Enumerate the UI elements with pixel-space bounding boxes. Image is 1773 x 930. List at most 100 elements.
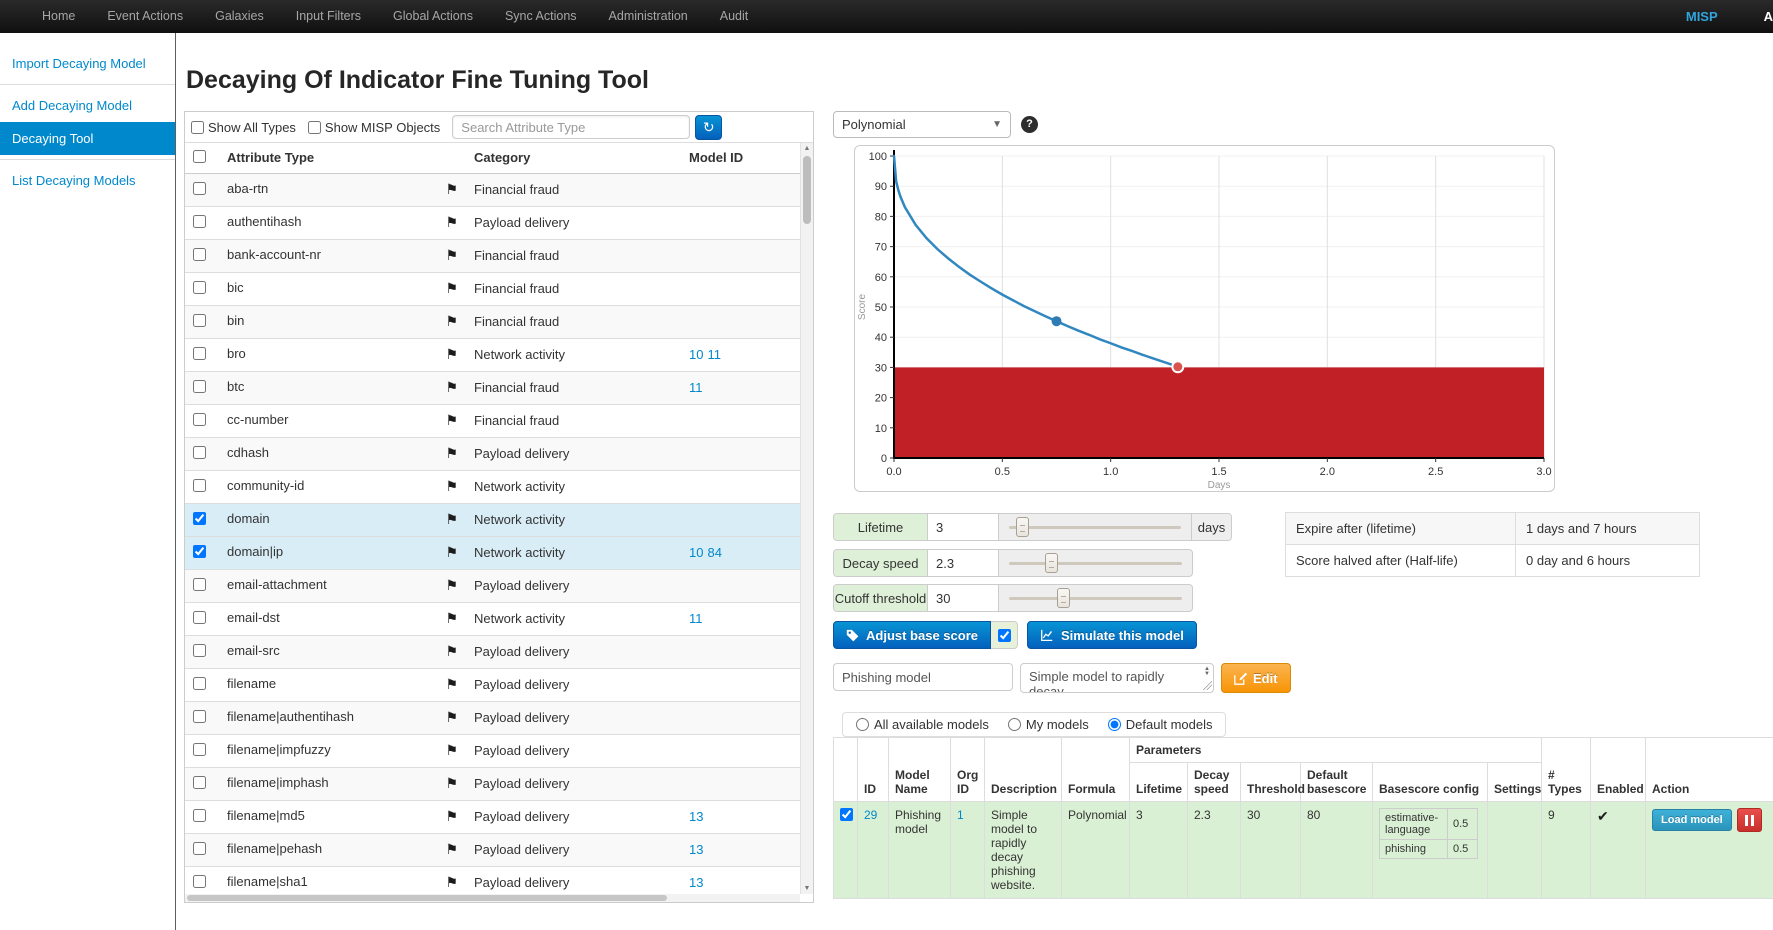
edit-model-button[interactable]: Edit <box>1221 663 1291 693</box>
radio-default-models[interactable] <box>1108 718 1121 731</box>
slider-track[interactable] <box>1009 562 1182 565</box>
model-id-cell <box>681 272 801 305</box>
row-checkbox[interactable] <box>193 809 206 822</box>
row-checkbox[interactable] <box>193 677 206 690</box>
row-checkbox[interactable] <box>193 743 206 756</box>
lifetime-slider[interactable] <box>999 514 1191 540</box>
row-checkbox[interactable] <box>193 545 206 558</box>
decay-speed-slider[interactable] <box>999 550 1192 576</box>
model-id-link[interactable]: 13 <box>689 809 703 824</box>
row-checkbox[interactable] <box>193 314 206 327</box>
row-checkbox[interactable] <box>193 644 206 657</box>
attribute-type-label: cdhash <box>227 445 269 460</box>
model-id-cell: 10 11 <box>681 338 801 371</box>
cutoff-threshold-slider[interactable] <box>999 585 1192 611</box>
vertical-scrollbar[interactable]: ▲ ▼ <box>800 143 813 894</box>
org-id-link[interactable]: 1 <box>957 808 964 822</box>
model-id-link[interactable]: 10 <box>689 545 703 560</box>
model-id-link[interactable]: 11 <box>689 611 703 626</box>
search-attribute-input[interactable] <box>452 115 690 139</box>
load-model-button[interactable]: Load model <box>1652 809 1732 831</box>
radio-my-models[interactable] <box>1008 718 1021 731</box>
radio-option-all-available-models[interactable]: All available models <box>856 717 989 732</box>
row-checkbox[interactable] <box>193 578 206 591</box>
lifetime-value-input[interactable] <box>928 514 999 540</box>
nav-item-input-filters[interactable]: Input Filters <box>280 0 377 33</box>
model-id-link[interactable]: 29 <box>864 808 877 822</box>
misp-brand-link[interactable]: MISP <box>1686 9 1718 24</box>
model-id-link[interactable]: 84 <box>707 545 721 560</box>
show-all-types-checkbox[interactable] <box>191 121 204 134</box>
model-id-link[interactable]: 10 <box>689 347 703 362</box>
row-checkbox[interactable] <box>193 215 206 228</box>
model-checkbox[interactable] <box>840 808 853 821</box>
nav-user-menu[interactable]: Ad <box>1764 9 1773 24</box>
slider-handle[interactable] <box>1016 517 1029 537</box>
nav-item-global-actions[interactable]: Global Actions <box>377 0 489 33</box>
show-misp-objects-checkbox[interactable] <box>308 121 321 134</box>
nav-item-event-actions[interactable]: Event Actions <box>91 0 199 33</box>
refresh-button[interactable]: ↻ <box>695 115 722 140</box>
slider-handle[interactable] <box>1057 588 1070 608</box>
attribute-type-label: filename|impfuzzy <box>227 742 331 757</box>
cutoff-threshold-value-input[interactable] <box>928 585 999 611</box>
scrollbar-thumb[interactable] <box>803 156 811 224</box>
curve-handle-dot[interactable] <box>1052 316 1062 326</box>
row-checkbox[interactable] <box>193 248 206 261</box>
adjust-base-score-checkbox[interactable] <box>998 629 1011 642</box>
show-all-types-option[interactable]: Show All Types <box>191 120 296 135</box>
hscrollbar-thumb[interactable] <box>187 895 667 901</box>
nav-item-sync-actions[interactable]: Sync Actions <box>489 0 593 33</box>
row-checkbox[interactable] <box>193 875 206 888</box>
formula-select[interactable]: Polynomial ▼ <box>833 111 1011 138</box>
help-icon[interactable]: ? <box>1021 116 1038 133</box>
simulate-model-button[interactable]: Simulate this model <box>1027 621 1197 649</box>
row-checkbox[interactable] <box>193 413 206 426</box>
row-checkbox[interactable] <box>193 281 206 294</box>
radio-option-my-models[interactable]: My models <box>1008 717 1089 732</box>
show-misp-objects-option[interactable]: Show MISP Objects <box>308 120 440 135</box>
select-all-checkbox[interactable] <box>193 150 206 163</box>
pause-model-button[interactable] <box>1737 808 1762 832</box>
sidebar-item-decaying-tool[interactable]: Decaying Tool <box>0 122 175 155</box>
textarea-scroll-arrows-icon[interactable]: ▲▼ <box>1204 667 1210 677</box>
model-id-link[interactable]: 11 <box>689 380 703 395</box>
row-checkbox-cell <box>185 668 219 701</box>
model-id-link[interactable]: 11 <box>707 347 721 362</box>
row-checkbox[interactable] <box>193 611 206 624</box>
row-checkbox[interactable] <box>193 479 206 492</box>
scroll-down-icon[interactable]: ▼ <box>801 885 813 892</box>
row-checkbox[interactable] <box>193 512 206 525</box>
sidebar-item-add-decaying-model[interactable]: Add Decaying Model <box>0 89 175 122</box>
row-checkbox[interactable] <box>193 842 206 855</box>
textarea-resize-grip[interactable] <box>1203 681 1212 690</box>
slider-track[interactable] <box>1009 526 1181 529</box>
nav-item-audit[interactable]: Audit <box>704 0 765 33</box>
nav-item-home[interactable]: Home <box>26 0 91 33</box>
model-description-textarea[interactable]: Simple model to rapidly decay <box>1020 663 1214 693</box>
slider-track[interactable] <box>1009 597 1182 600</box>
attribute-row: domain⚑Network activity <box>185 503 801 536</box>
horizontal-scrollbar[interactable] <box>185 894 800 902</box>
radio-all-available-models[interactable] <box>856 718 869 731</box>
row-checkbox[interactable] <box>193 182 206 195</box>
sidebar-item-list-decaying-models[interactable]: List Decaying Models <box>0 164 175 197</box>
decay-speed-value-input[interactable] <box>928 550 999 576</box>
x-tick-label: 2.5 <box>1428 466 1443 478</box>
nav-item-galaxies[interactable]: Galaxies <box>199 0 280 33</box>
curve-handle-dot[interactable] <box>1172 361 1183 372</box>
model-id-link[interactable]: 13 <box>689 875 703 890</box>
model-name-input[interactable] <box>833 663 1013 691</box>
row-checkbox[interactable] <box>193 380 206 393</box>
adjust-base-score-button[interactable]: Adjust base score <box>833 621 991 649</box>
row-checkbox[interactable] <box>193 710 206 723</box>
model-id-link[interactable]: 13 <box>689 842 703 857</box>
row-checkbox[interactable] <box>193 446 206 459</box>
nav-item-administration[interactable]: Administration <box>593 0 704 33</box>
slider-handle[interactable] <box>1045 553 1058 573</box>
row-checkbox[interactable] <box>193 347 206 360</box>
sidebar-item-import-decaying-model[interactable]: Import Decaying Model <box>0 47 175 80</box>
scroll-up-icon[interactable]: ▲ <box>801 145 813 152</box>
row-checkbox[interactable] <box>193 776 206 789</box>
radio-option-default-models[interactable]: Default models <box>1108 717 1213 732</box>
